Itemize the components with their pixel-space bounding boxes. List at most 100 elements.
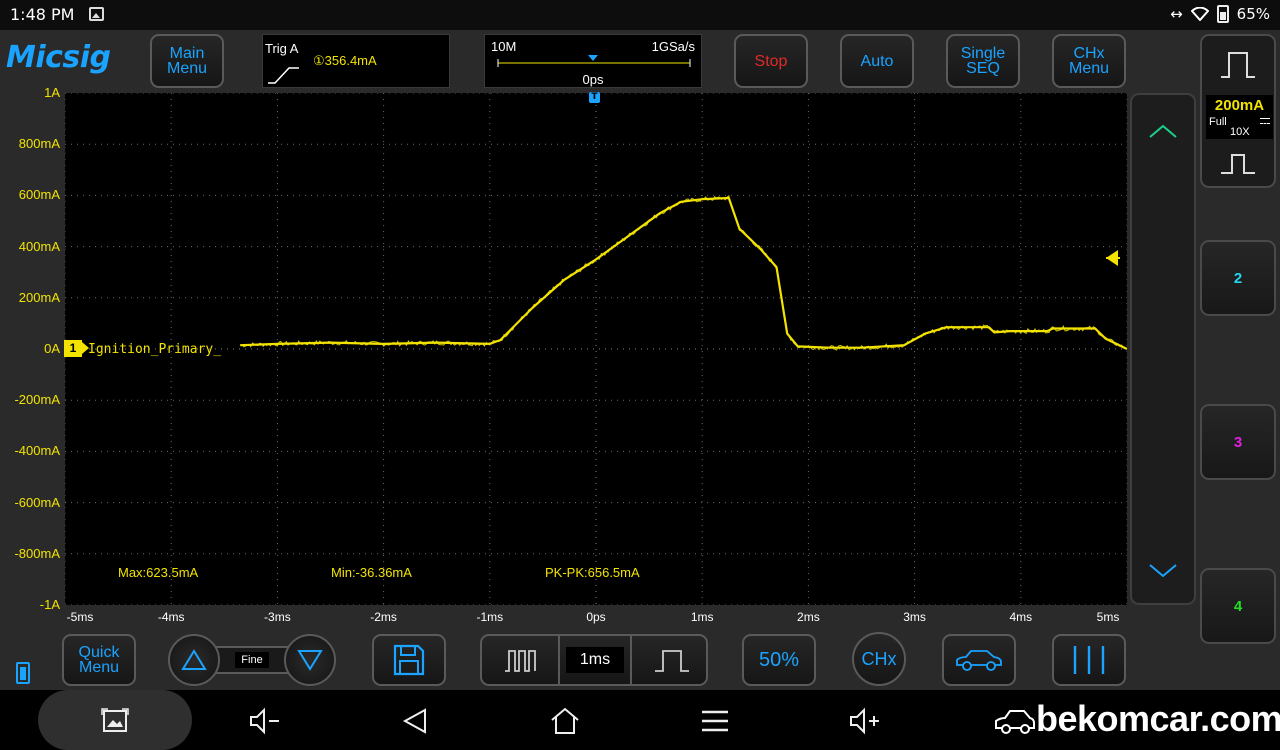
y-axis-label: 0A [44, 341, 60, 356]
status-bar: 1:48 PM ↔ 65% [0, 0, 1280, 30]
volume-down-icon[interactable] [248, 704, 282, 738]
dc-coupling-icon [1260, 118, 1270, 124]
decrease-button[interactable] [284, 634, 336, 686]
ch3-button[interactable]: 3 [1200, 404, 1276, 480]
stop-button[interactable]: Stop [734, 34, 808, 88]
x-axis-label: -1ms [476, 610, 504, 624]
oscilloscope-app: Micsig Main Menu Trig A ①356.4mA 10M 1GS… [0, 30, 1280, 690]
fine-toggle[interactable]: Fine [214, 646, 290, 674]
measurement-max: Max:623.5mA [118, 565, 199, 580]
quick-menu-button[interactable]: Quick Menu [62, 634, 136, 686]
battery-icon [1216, 5, 1229, 23]
status-right: ↔ 65% [1170, 5, 1270, 23]
cursor-button[interactable] [1052, 634, 1126, 686]
ch1-trace-noise [240, 194, 1126, 351]
y-axis-label: 200mA [18, 289, 60, 305]
y-axis-label: -1A [39, 597, 60, 612]
menu-icon[interactable] [698, 704, 732, 738]
chevron-up-icon[interactable] [1148, 121, 1178, 141]
wifi-icon [1190, 7, 1209, 21]
y-axis-label: -400mA [14, 443, 60, 459]
ch1-probe: 10X [1230, 126, 1250, 138]
x-axis-label: 3ms [903, 610, 926, 624]
x-axis-label: 2ms [797, 610, 820, 624]
chx-button[interactable]: CHx [852, 632, 906, 686]
trigger-level-marker[interactable] [1106, 250, 1120, 266]
x-axis-label: -2ms [370, 610, 397, 624]
car-icon [956, 650, 1002, 671]
status-time: 1:48 PM [10, 5, 75, 24]
home-icon[interactable] [548, 704, 582, 738]
watermark-text: bekomcar.com [1036, 698, 1280, 739]
y-axis-label: 1A [44, 85, 60, 100]
x-axis-label: 1ms [690, 610, 714, 624]
sample-rate: 1GSa/s [651, 39, 695, 54]
vertical-scale-panel[interactable] [1130, 93, 1196, 605]
ch1-name-label: Ignition_Primary_ [88, 342, 222, 357]
y-axis-label: -600mA [14, 494, 60, 510]
single-seq-button[interactable]: Single SEQ [946, 34, 1020, 88]
save-button[interactable] [372, 634, 446, 686]
watermark-car-icon [995, 710, 1035, 734]
volume-up-icon[interactable] [848, 704, 882, 738]
auto-diagnosis-button[interactable] [942, 634, 1016, 686]
main-menu-line2: Menu [166, 60, 208, 77]
battery-percent: 65% [1236, 5, 1270, 23]
x-axis-label: -3ms [264, 610, 291, 624]
main-menu-button[interactable]: Main Menu [150, 34, 224, 88]
fine-label: Fine [235, 652, 269, 668]
ch2-button[interactable]: 2 [1200, 240, 1276, 316]
y-axis-label: 400mA [18, 238, 60, 254]
chx-menu-line2: Menu [1068, 60, 1110, 77]
rising-edge-icon [268, 67, 299, 84]
rotate-icon: ↔ [1170, 5, 1183, 23]
measurement-pkpk: PK-PK:656.5mA [545, 565, 640, 580]
ch4-button[interactable]: 4 [1200, 568, 1276, 644]
chx-menu-button[interactable]: CHx Menu [1052, 34, 1126, 88]
quick-menu-line2: Menu [78, 659, 120, 676]
timebase-label: 1ms [565, 647, 625, 673]
chx-menu-line1: CHx [1073, 45, 1105, 62]
save-floppy-icon [393, 644, 425, 676]
trigger-info-panel[interactable]: Trig A ①356.4mA [262, 34, 450, 88]
ch2-label: 2 [1233, 269, 1243, 287]
x-axis-label: 5ms [1096, 610, 1120, 624]
ch1-panel[interactable]: 200mA Full 10X [1200, 34, 1276, 188]
memory-depth: 10M [491, 39, 517, 54]
timebase-group: 1ms [480, 634, 708, 686]
waveform-display[interactable] [65, 93, 1127, 605]
pulse-narrow-icon[interactable] [1220, 150, 1256, 176]
ch1-offset-marker[interactable]: 1 [64, 340, 89, 357]
y-axis-label: 600mA [18, 187, 60, 203]
timebase-value[interactable]: 1ms [558, 634, 632, 686]
single-seq-line1: Single [960, 45, 1006, 62]
chevron-down-icon[interactable] [1148, 561, 1178, 581]
y-axis-label: -200mA [14, 392, 60, 408]
triangle-down-icon [297, 650, 323, 671]
auto-button[interactable]: Auto [840, 34, 914, 88]
single-seq-line2: SEQ [966, 60, 1000, 77]
cursor-lines-icon [1073, 646, 1105, 674]
x-axis-label: 0ps [586, 610, 606, 624]
fine-adjust-group: Fine [168, 634, 336, 686]
timebase-faster-icon[interactable] [504, 648, 538, 674]
navigation-bar: bekomcar.com [0, 690, 1280, 750]
trigger-position-marker[interactable]: T [589, 92, 600, 103]
back-icon[interactable] [398, 704, 432, 738]
ch3-label: 3 [1233, 433, 1243, 451]
timebase-slower-icon[interactable] [654, 648, 690, 674]
gallery-icon [89, 7, 104, 21]
ch1-scale: 200mA [1214, 97, 1265, 114]
trigger-level: ①356.4mA [313, 53, 377, 68]
quick-menu-line1: Quick [78, 644, 120, 661]
main-menu-line1: Main [169, 45, 205, 62]
device-battery-icon [16, 662, 30, 684]
timebase-panel[interactable]: 10M 1GSa/s 0ps [484, 34, 702, 88]
increase-button[interactable] [168, 634, 220, 686]
y-axis-label: 800mA [18, 136, 60, 152]
screenshot-icon[interactable] [98, 704, 132, 738]
micsig-logo: Micsig [6, 40, 111, 75]
fifty-percent-button[interactable]: 50% [742, 634, 816, 686]
waveform-svg [65, 93, 1127, 605]
pulse-wide-icon[interactable] [1220, 50, 1256, 80]
